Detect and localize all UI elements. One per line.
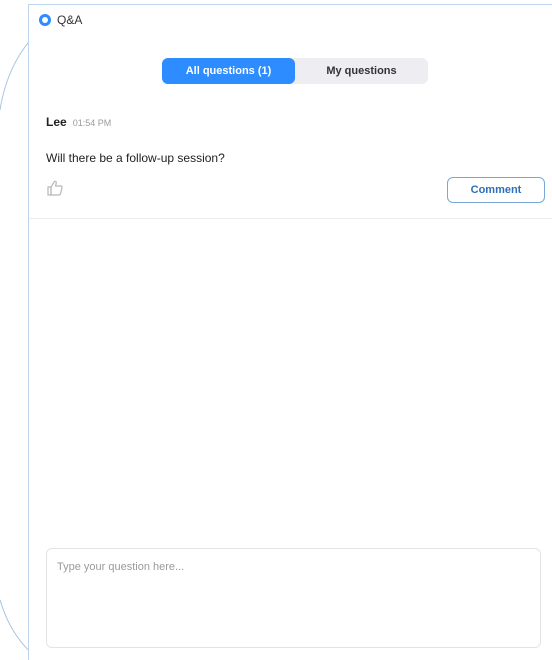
thumbs-up-icon[interactable] — [46, 179, 64, 197]
qa-window: Q&A All questions (1) My questions Lee 0… — [28, 4, 552, 660]
title-bar: Q&A — [29, 5, 552, 35]
question-text: Will there be a follow-up session? — [46, 151, 225, 165]
zoom-logo-icon — [39, 14, 51, 26]
question-input-box — [46, 548, 541, 648]
tab-my-questions[interactable]: My questions — [295, 58, 428, 84]
tab-all-questions[interactable]: All questions (1) — [162, 58, 295, 84]
question-tabs: All questions (1) My questions — [162, 58, 428, 84]
question-author: Lee — [46, 115, 67, 129]
question-input[interactable] — [57, 561, 530, 635]
question-timestamp: 01:54 PM — [72, 118, 112, 128]
window-title: Q&A — [57, 13, 83, 27]
question-header: Lee 01:54 PM — [46, 115, 111, 129]
question-item: Lee 01:54 PM Will there be a follow-up s… — [29, 105, 552, 219]
comment-button[interactable]: Comment — [447, 177, 545, 203]
